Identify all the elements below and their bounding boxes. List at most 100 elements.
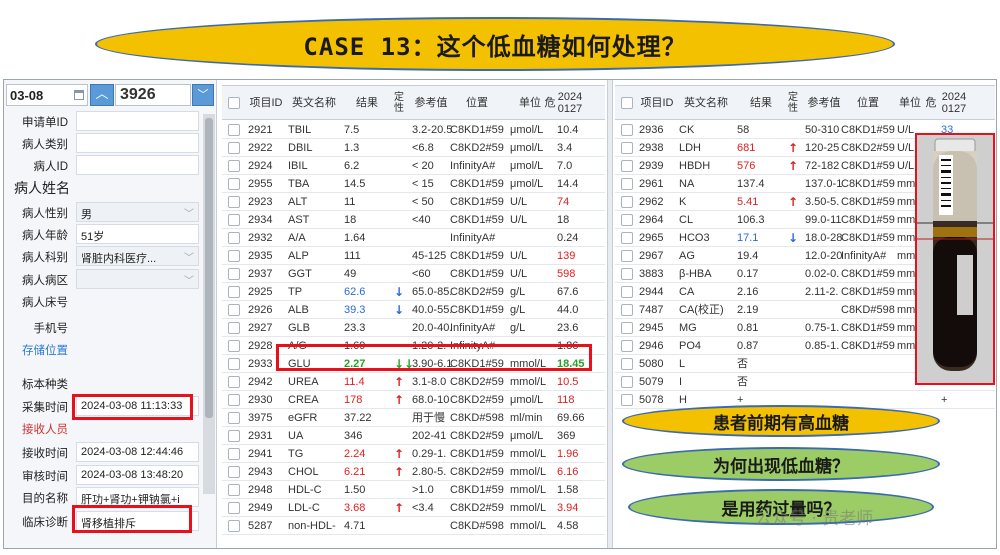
row-checkbox[interactable] [228, 178, 240, 190]
patient-sex-field[interactable]: 男 ﹀ [76, 202, 199, 222]
column-header-result[interactable]: 结果 [735, 86, 787, 120]
row-checkbox[interactable] [621, 304, 633, 316]
column-header-pos[interactable]: 位置 [448, 86, 506, 120]
row-checkbox[interactable] [228, 502, 240, 514]
row-checkbox[interactable] [621, 340, 633, 352]
table-row[interactable]: 2924 IBIL 6.2 < 20 InfinityA# μmol/L 7.0 [222, 157, 605, 175]
sample-number-input[interactable]: 3926 [115, 84, 191, 106]
table-row[interactable]: 2925 TP 62.6 65.0-85. C8KD2#59 g/L 67.6 ↓ [222, 283, 605, 301]
table-row[interactable]: 2937 GGT 49 <60 C8KD1#59 U/L 598 [222, 265, 605, 283]
patient-type-field[interactable] [76, 133, 199, 153]
column-header-result[interactable]: 结果 [342, 86, 392, 120]
dropdown-chevron-icon[interactable]: ﹀ [184, 249, 194, 264]
row-checkbox[interactable] [621, 160, 633, 172]
row-checkbox[interactable] [621, 286, 633, 298]
calendar-icon[interactable] [74, 90, 84, 100]
review-time-field[interactable]: 2024-03-08 13:48:20 [76, 465, 199, 485]
column-header-date[interactable]: 20240127 [555, 86, 585, 120]
table-row[interactable]: 2935 ALP 111 45-125 C8KD1#59 U/L 139 [222, 247, 605, 265]
patient-id-field[interactable] [76, 155, 199, 175]
column-header-id[interactable]: 项目ID [637, 86, 677, 120]
row-checkbox[interactable] [228, 394, 240, 406]
row-checkbox[interactable] [228, 448, 240, 460]
row-checkbox[interactable] [228, 232, 240, 244]
form-label[interactable]: 存储位置 [4, 342, 68, 358]
row-checkbox[interactable] [228, 340, 240, 352]
column-header-pos[interactable]: 位置 [839, 86, 897, 120]
row-checkbox[interactable] [228, 376, 240, 388]
row-checkbox[interactable] [621, 124, 633, 136]
column-header-date[interactable]: 20240127 [939, 86, 969, 120]
table-row[interactable]: 2942 UREA 11.4 3.1-8.0 C8KD2#59 mmol/L 10.5 ↑ [222, 373, 605, 391]
column-header-unit[interactable]: 单位 [895, 86, 925, 120]
row-checkbox[interactable] [228, 214, 240, 226]
row-checkbox[interactable] [228, 286, 240, 298]
row-checkbox[interactable] [621, 268, 633, 280]
column-header-id[interactable]: 项目ID [246, 86, 286, 120]
column-header-name[interactable]: 英文名称 [286, 86, 342, 120]
table-row[interactable]: 5287 non-HDL- 4.71 C8KD#598 mmol/L 4.58 [222, 517, 605, 535]
table-row[interactable]: 2949 LDL-C 3.68 <3.4 C8KD2#59 mmol/L 3.94 ↑ [222, 499, 605, 517]
table-row[interactable]: 2926 ALB 39.3 40.0-55. C8KD1#59 g/L 44.0 ↓ [222, 301, 605, 319]
form-scrollbar-thumb[interactable] [205, 118, 213, 418]
row-checkbox[interactable] [228, 160, 240, 172]
table-row[interactable]: 2955 TBA 14.5 < 15 C8KD1#59 μmol/L 14.4 [222, 175, 605, 193]
row-checkbox[interactable] [228, 322, 240, 334]
row-checkbox[interactable] [228, 520, 240, 532]
dropdown-chevron-icon[interactable]: ﹀ [184, 272, 194, 287]
cell-prev: 369 [557, 430, 576, 442]
row-checkbox[interactable] [228, 430, 240, 442]
select-all-checkbox[interactable] [621, 97, 633, 109]
table-row[interactable]: 2932 A/A 1.64 InfinityA# 0.24 [222, 229, 605, 247]
table-row[interactable]: 2941 TG 2.24 0.29-1. C8KD1#59 mmol/L 1.96 ↑ [222, 445, 605, 463]
receive-time-field[interactable]: 2024-03-08 12:44:46 [76, 442, 199, 462]
patient-ward-field[interactable]: ﹀ [76, 269, 199, 289]
table-row[interactable]: 2948 HDL-C 1.50 >1.0 C8KD1#59 mmol/L 1.58 [222, 481, 605, 499]
row-checkbox[interactable] [228, 268, 240, 280]
table-row[interactable]: 2922 DBIL 1.3 <6.8 C8KD2#59 μmol/L 3.4 [222, 139, 605, 157]
row-checkbox[interactable] [621, 322, 633, 334]
row-checkbox[interactable] [228, 196, 240, 208]
sample-next-button[interactable]: ﹀ [192, 84, 214, 106]
application-id-field[interactable] [76, 111, 199, 131]
row-checkbox[interactable] [621, 250, 633, 262]
table-row[interactable]: 2923 ALT 11 < 50 C8KD1#59 U/L 74 [222, 193, 605, 211]
row-checkbox[interactable] [621, 142, 633, 154]
select-all-checkbox[interactable] [228, 97, 240, 109]
row-checkbox[interactable] [228, 142, 240, 154]
row-checkbox[interactable] [621, 232, 633, 244]
column-header-name[interactable]: 英文名称 [677, 86, 735, 120]
table-row[interactable]: 2943 CHOL 6.21 2.80-5. C8KD2#59 mmol/L 6.16 ↑ [222, 463, 605, 481]
dropdown-chevron-icon[interactable]: ﹀ [184, 205, 194, 220]
row-checkbox[interactable] [228, 124, 240, 136]
table-row[interactable]: 2927 GLB 23.3 20.0-40. InfinityA# g/L 23.6 [222, 319, 605, 337]
row-checkbox[interactable] [621, 376, 633, 388]
row-checkbox[interactable] [228, 250, 240, 262]
row-checkbox[interactable] [228, 466, 240, 478]
row-checkbox[interactable] [621, 394, 633, 406]
table-row[interactable]: 2930 CREA 178 68.0-10 C8KD2#59 μmol/L 118 ↑ [222, 391, 605, 409]
sample-prev-button[interactable]: ︿ [90, 84, 114, 106]
test-name-field[interactable]: 肝功+肾功+钾钠氯+i [76, 487, 199, 507]
row-checkbox[interactable] [228, 358, 240, 370]
cell-id: 2936 [639, 124, 664, 136]
patient-dept-field[interactable]: 肾脏内科医疗... ﹀ [76, 246, 199, 266]
column-header-flag[interactable]: 定性 [393, 86, 405, 120]
row-checkbox[interactable] [228, 304, 240, 316]
table-row[interactable]: 2921 TBIL 7.5 3.2-20.5 C8KD1#59 μmol/L 10.4 [222, 121, 605, 139]
row-checkbox[interactable] [621, 214, 633, 226]
column-header-ref[interactable]: 参考值 [410, 86, 452, 120]
table-row[interactable]: 3975 eGFR 37.22 用于慢 C8KD#598 ml/min 69.66 [222, 409, 605, 427]
table-row[interactable]: 2931 UA 346 202-41 C8KD2#59 μmol/L 369 [222, 427, 605, 445]
row-checkbox[interactable] [621, 178, 633, 190]
column-header-crit[interactable]: 危 [925, 86, 937, 120]
date-input[interactable]: 03-08 [6, 84, 88, 106]
column-header-flag[interactable]: 定性 [787, 86, 799, 120]
patient-age-field[interactable]: 51岁 [76, 224, 199, 244]
table-splitter[interactable] [607, 80, 613, 548]
row-checkbox[interactable] [228, 412, 240, 424]
table-row[interactable]: 2934 AST 18 <40 C8KD1#59 U/L 18 [222, 211, 605, 229]
row-checkbox[interactable] [621, 196, 633, 208]
row-checkbox[interactable] [228, 484, 240, 496]
row-checkbox[interactable] [621, 358, 633, 370]
